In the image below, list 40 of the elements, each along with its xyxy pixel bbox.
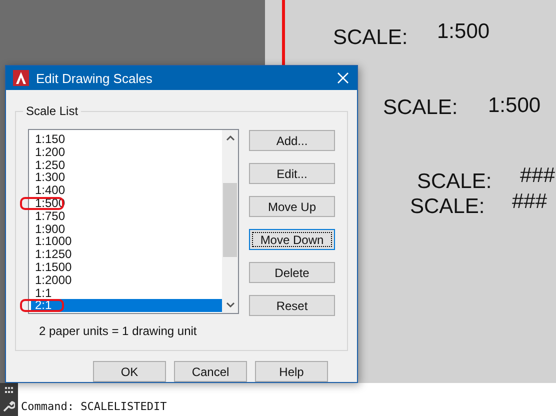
scale-value: ### <box>520 164 556 188</box>
list-item[interactable]: 1:1250 <box>31 248 222 261</box>
list-item[interactable]: 1:1500 <box>31 260 222 274</box>
scale-value: 1:500 <box>437 20 490 44</box>
list-item[interactable]: 1:1 <box>31 286 222 300</box>
scale-value: ### <box>512 190 548 214</box>
action-button[interactable]: Move Up <box>249 196 335 217</box>
scale-label: SCALE: <box>410 195 485 219</box>
dialog-button[interactable]: OK <box>93 361 166 382</box>
list-item[interactable]: 1:1000 <box>31 235 222 248</box>
scale-value: 1:500 <box>488 94 541 118</box>
action-button[interactable]: Reset <box>249 295 335 316</box>
list-item[interactable]: 1:150 <box>31 133 222 146</box>
dialog-button[interactable]: Help <box>255 361 328 382</box>
action-button[interactable]: Move Down <box>249 229 335 250</box>
list-item[interactable]: 1:200 <box>31 146 222 159</box>
list-item[interactable]: 2:1 <box>31 299 222 312</box>
scale-label: SCALE: <box>383 96 458 120</box>
scale-label: SCALE: <box>417 170 492 194</box>
app-logo-icon <box>13 70 29 86</box>
list-item[interactable]: 1:300 <box>31 171 222 184</box>
window-title: Edit Drawing Scales <box>36 70 154 86</box>
list-item[interactable]: 1:750 <box>31 210 222 223</box>
action-button[interactable]: Add... <box>249 130 335 151</box>
action-button[interactable]: Edit... <box>249 163 335 184</box>
scrollbar[interactable] <box>222 130 238 313</box>
command-line: Command: SCALELISTEDIT <box>20 400 167 415</box>
scale-label: SCALE: <box>333 26 408 50</box>
grip-icon[interactable] <box>5 386 13 393</box>
list-item[interactable]: 1:250 <box>31 158 222 172</box>
scrollbar-thumb[interactable] <box>223 183 237 257</box>
group-title: Scale List <box>23 104 82 118</box>
close-icon[interactable] <box>337 72 349 84</box>
list-item[interactable]: 1:400 <box>31 184 222 197</box>
wrench-icon[interactable] <box>3 400 15 412</box>
list-item[interactable]: 1:900 <box>31 222 222 236</box>
dialog-button[interactable]: Cancel <box>174 361 247 382</box>
action-button[interactable]: Delete <box>249 262 335 283</box>
scale-description: 2 paper units = 1 drawing unit <box>39 324 197 338</box>
list-item[interactable]: 1:2000 <box>31 274 222 287</box>
